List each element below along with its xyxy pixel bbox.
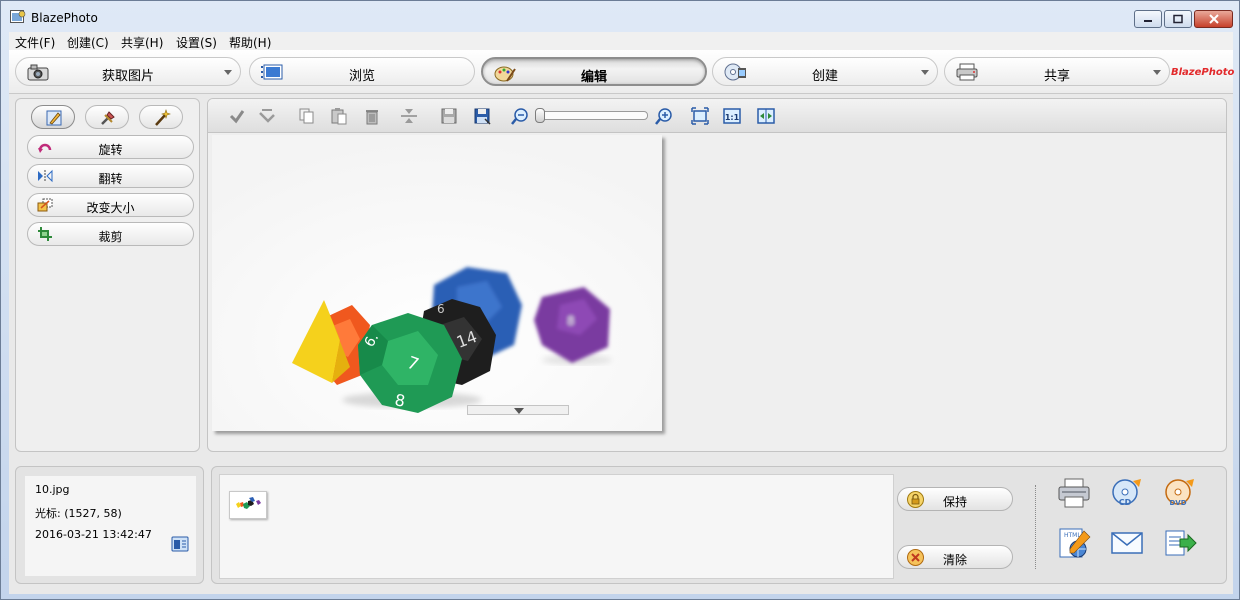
editor-panel: 1:1 8 14 6 7 6. 8	[207, 98, 1227, 452]
mode-label: 编辑	[580, 70, 607, 85]
svg-text:1:1: 1:1	[725, 113, 740, 122]
edit-toolbar: 1:1	[208, 99, 1226, 133]
photo-canvas[interactable]: 8 14 6 7 6. 8	[212, 135, 662, 431]
photo-tray-area: 保持 清除 CD DVD HTML	[211, 466, 1227, 584]
left-tool-panel: 旋转 翻转 改变大小 裁剪	[15, 98, 200, 452]
mode-label: 共享	[1043, 69, 1070, 84]
close-button[interactable]	[1194, 10, 1233, 28]
zoom-in-icon[interactable]	[655, 107, 673, 125]
menu-help[interactable]: 帮助(H)	[229, 34, 271, 51]
window-title: BlazePhoto	[31, 11, 98, 25]
tool-label: 裁剪	[98, 230, 123, 244]
zoom-slider[interactable]	[535, 108, 648, 123]
file-info-panel: 10.jpg 光标: (1527, 58) 2016-03-21 13:42:4…	[15, 466, 204, 584]
photo-tray[interactable]	[219, 474, 894, 579]
burn-dvd-icon[interactable]: DVD	[1162, 477, 1198, 509]
pencil-icon	[46, 110, 62, 126]
crop-button[interactable]: 裁剪	[27, 222, 194, 246]
maximize-button[interactable]	[1164, 10, 1192, 28]
close-icon	[1208, 14, 1219, 24]
panel-collapse-handle[interactable]	[467, 405, 569, 415]
actual-size-icon[interactable]: 1:1	[723, 107, 741, 125]
minimize-icon	[1144, 20, 1152, 22]
zoom-slider-thumb[interactable]	[535, 108, 545, 123]
file-info-box: 10.jpg 光标: (1527, 58) 2016-03-21 13:42:4…	[25, 476, 196, 576]
tool-label: 改变大小	[86, 201, 135, 215]
chevron-down-icon[interactable]	[224, 70, 232, 75]
resize-button[interactable]: 改变大小	[27, 193, 194, 217]
chevron-down-icon[interactable]	[1153, 70, 1161, 75]
svg-text:DVD: DVD	[1169, 499, 1186, 507]
export-icon[interactable]	[1162, 527, 1198, 559]
print-icon[interactable]	[1056, 477, 1092, 509]
app-window: BlazePhoto 文件(F) 创建(C) 共享(H) 设置(S) 帮助(H)	[0, 0, 1240, 600]
svg-text:8: 8	[567, 314, 575, 328]
svg-text:CD: CD	[1119, 498, 1132, 507]
clear-button[interactable]: 清除	[897, 545, 1013, 569]
menu-create[interactable]: 创建(C)	[67, 34, 109, 51]
mode-edit-button[interactable]: 编辑	[481, 57, 707, 86]
mode-create-button[interactable]: 创建	[712, 57, 938, 86]
brand-logo: BlazePhoto	[1171, 67, 1235, 78]
undo-icon[interactable]	[228, 107, 246, 125]
save-icon[interactable]	[440, 107, 458, 125]
mode-label: 浏览	[348, 69, 375, 84]
cursor-position: 光标: (1527, 58)	[35, 507, 122, 520]
burn-cd-icon[interactable]: CD	[1109, 477, 1145, 509]
email-icon[interactable]	[1109, 527, 1145, 559]
magic-wand-icon	[155, 109, 171, 126]
chevron-down-icon[interactable]	[921, 70, 929, 75]
menu-settings[interactable]: 设置(S)	[176, 34, 217, 51]
title-bar: BlazePhoto	[1, 1, 1239, 31]
mode-label: 创建	[811, 69, 838, 84]
fit-width-icon[interactable]	[757, 107, 775, 125]
tray-divider	[1035, 485, 1036, 569]
mode-toolbar: 获取图片 浏览 编辑 创建 共享 BlazePhoto	[9, 50, 1235, 94]
keep-button[interactable]: 保持	[897, 487, 1013, 511]
client-area: 获取图片 浏览 编辑 创建 共享 BlazePhoto 旋转 翻转 改变大小 裁…	[9, 50, 1235, 594]
keep-label: 保持	[942, 495, 967, 509]
save-as-icon[interactable]	[473, 107, 491, 125]
tab-adjust[interactable]	[85, 105, 129, 129]
tab-basic-edit[interactable]	[31, 105, 75, 129]
minimize-button[interactable]	[1134, 10, 1162, 28]
split-icon[interactable]	[400, 107, 418, 125]
mode-label: 获取图片	[101, 69, 154, 84]
tool-label: 翻转	[98, 172, 123, 186]
dice-photo: 8 14 6 7 6. 8	[212, 135, 662, 431]
zoom-out-icon[interactable]	[511, 107, 529, 125]
menu-bar: 文件(F) 创建(C) 共享(H) 设置(S) 帮助(H)	[9, 32, 1233, 50]
flip-button[interactable]: 翻转	[27, 164, 194, 188]
maximize-icon	[1173, 14, 1183, 24]
delete-icon[interactable]	[363, 107, 381, 125]
file-properties-icon[interactable]	[171, 535, 189, 553]
menu-share[interactable]: 共享(H)	[121, 34, 163, 51]
redo-icon[interactable]	[258, 107, 276, 125]
paste-icon[interactable]	[330, 107, 348, 125]
thumbnail-dice-image	[230, 492, 266, 518]
clear-label: 清除	[942, 553, 967, 567]
tab-effects[interactable]	[139, 105, 183, 129]
file-name: 10.jpg	[35, 483, 70, 496]
file-datetime: 2016-03-21 13:42:47	[35, 528, 152, 541]
mode-browse-button[interactable]: 浏览	[249, 57, 475, 86]
mode-share-button[interactable]: 共享	[944, 57, 1170, 86]
copy-icon[interactable]	[298, 107, 316, 125]
tool-label: 旋转	[98, 143, 123, 157]
app-icon	[10, 10, 26, 23]
svg-text:6: 6	[437, 302, 445, 316]
tools-icon	[101, 111, 115, 125]
html-gallery-icon[interactable]: HTML	[1056, 527, 1092, 559]
fit-window-icon[interactable]	[691, 107, 709, 125]
menu-file[interactable]: 文件(F)	[15, 34, 55, 51]
mode-get-photos-button[interactable]: 获取图片	[15, 57, 241, 86]
chevron-down-icon	[514, 408, 524, 414]
rotate-button[interactable]: 旋转	[27, 135, 194, 159]
tray-thumbnail[interactable]	[229, 491, 267, 519]
